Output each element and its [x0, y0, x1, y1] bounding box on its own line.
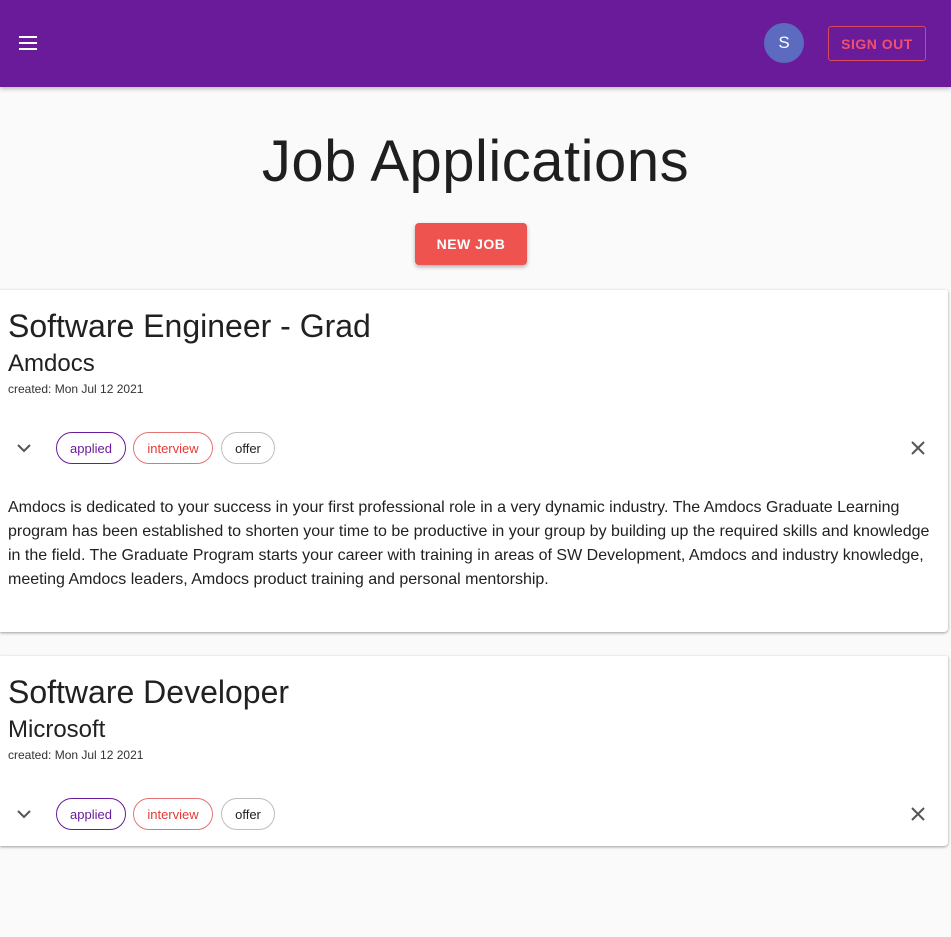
status-chip-interview[interactable]: interview [133, 432, 213, 464]
status-chip-offer[interactable]: offer [221, 798, 275, 830]
menu-icon [19, 36, 37, 50]
job-title: Software Engineer - Grad [8, 308, 371, 344]
job-title: Software Developer [8, 674, 290, 710]
sign-out-button[interactable]: SIGN OUT [828, 26, 926, 61]
expand-button[interactable] [12, 436, 36, 460]
chevron-down-icon [17, 444, 31, 453]
expand-button[interactable] [12, 802, 36, 826]
created-date: created: Mon Jul 12 2021 [8, 748, 144, 762]
created-date: created: Mon Jul 12 2021 [8, 382, 144, 396]
company-name: Amdocs [8, 350, 95, 377]
job-description: Amdocs is dedicated to your success in y… [8, 499, 930, 588]
app-bar: S SIGN OUT [0, 0, 951, 87]
close-icon [911, 807, 925, 821]
chevron-down-icon [17, 810, 31, 819]
page-title: Job Applications [261, 129, 690, 194]
delete-job-button[interactable] [906, 436, 930, 460]
status-chip-applied[interactable]: applied [56, 432, 126, 464]
close-icon [911, 441, 925, 455]
new-job-button[interactable]: NEW JOB [415, 223, 527, 265]
status-chip-applied[interactable]: applied [56, 798, 126, 830]
company-name: Microsoft [8, 716, 106, 743]
status-chip-interview[interactable]: interview [133, 798, 213, 830]
job-card: Software Developer Microsoft created: Mo… [0, 656, 948, 846]
menu-button[interactable] [12, 27, 44, 59]
job-card: Software Engineer - Grad Amdocs created:… [0, 290, 948, 632]
delete-job-button[interactable] [906, 802, 930, 826]
avatar[interactable]: S [764, 23, 804, 63]
status-chip-offer[interactable]: offer [221, 432, 275, 464]
